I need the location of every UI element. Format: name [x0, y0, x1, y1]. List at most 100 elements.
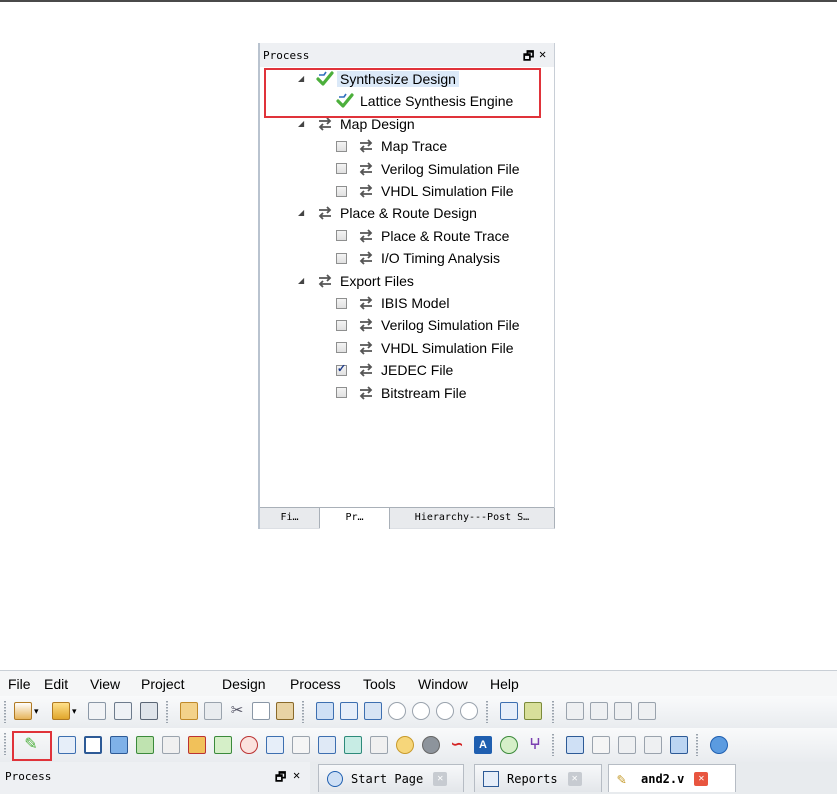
hierarchy-icon[interactable] [136, 736, 154, 754]
cut-icon[interactable]: ✂ [228, 702, 246, 720]
close-tab-icon[interactable]: ✕ [433, 771, 448, 786]
netlist-view-icon[interactable] [318, 736, 336, 754]
physical-view-icon[interactable] [188, 736, 206, 754]
toolbar-grip[interactable] [302, 701, 304, 723]
step-icon[interactable] [590, 702, 608, 720]
reveal-icon[interactable] [344, 736, 362, 754]
toolbar-grip[interactable] [696, 734, 698, 756]
new-dropdown-icon[interactable]: ▾ [34, 706, 44, 724]
ip-catalog-icon[interactable] [292, 736, 310, 754]
power-icon[interactable] [240, 736, 258, 754]
close-tab-icon[interactable]: ✕ [567, 771, 582, 786]
menu-edit[interactable]: Edit [44, 676, 68, 692]
find-icon[interactable] [316, 702, 334, 720]
tab-hierarchy[interactable]: Hierarchy---Post S… [390, 508, 555, 528]
toolbar-grip[interactable] [166, 701, 168, 723]
checkbox[interactable] [336, 230, 347, 242]
zoom-area-icon[interactable] [460, 702, 478, 720]
layout-icon[interactable] [566, 736, 584, 754]
expand-arrow-icon[interactable]: ◢ [298, 209, 306, 217]
tree-item[interactable]: Place & Route Trace [336, 226, 509, 246]
float-pane-button[interactable]: 🗗 [275, 768, 286, 789]
tree-item[interactable]: Bitstream File [336, 383, 467, 403]
run-process-icon[interactable]: ✎ [22, 736, 40, 754]
checkbox[interactable] [336, 185, 347, 197]
checkbox[interactable] [336, 140, 347, 152]
bulb-icon[interactable] [396, 736, 414, 754]
checkbox[interactable] [336, 297, 347, 309]
window-icon[interactable] [670, 736, 688, 754]
tab-start-page[interactable]: Start Page ✕ [318, 764, 464, 792]
tree-item[interactable]: ◢ Export Files [298, 271, 414, 291]
open-folder-icon[interactable] [52, 702, 70, 720]
stop-icon[interactable] [638, 702, 656, 720]
expand-arrow-icon[interactable]: ◢ [298, 119, 306, 128]
floorplan-icon[interactable] [162, 736, 180, 754]
grid-icon[interactable] [644, 736, 662, 754]
checkbox[interactable] [336, 163, 347, 175]
wizard-icon[interactable]: ⵖ [526, 736, 544, 754]
sync-icon[interactable] [500, 736, 518, 754]
list-icon[interactable] [370, 736, 388, 754]
menu-project[interactable]: Project [141, 676, 185, 692]
replace-icon[interactable] [364, 702, 382, 720]
menu-view[interactable]: View [90, 676, 120, 692]
tree-item[interactable]: ◢ Place & Route Design [298, 203, 477, 223]
tree-item[interactable]: VHDL Simulation File [336, 181, 514, 201]
signal-icon[interactable]: ∽ [448, 736, 466, 754]
zoom-fit-icon[interactable] [436, 702, 454, 720]
a-block-icon[interactable]: A [474, 736, 492, 754]
tree-item[interactable]: I/O Timing Analysis [336, 248, 500, 268]
table-view-icon[interactable] [340, 702, 358, 720]
web-icon[interactable] [710, 736, 728, 754]
menu-window[interactable]: Window [418, 676, 468, 692]
toolbar-grip[interactable] [4, 733, 6, 755]
checkbox[interactable] [336, 387, 347, 399]
toolbar-grip[interactable] [486, 701, 488, 723]
spreadsheet-view-icon[interactable] [58, 736, 76, 754]
checkbox[interactable] [336, 362, 347, 376]
gear-sphere-icon[interactable] [422, 736, 440, 754]
zoom-in-icon[interactable] [388, 702, 406, 720]
netlist-analyzer-icon[interactable] [110, 736, 128, 754]
package-view-icon[interactable] [266, 736, 284, 754]
float-panel-button[interactable]: 🗗 [523, 47, 534, 68]
save-all-icon[interactable] [114, 702, 132, 720]
tree-item[interactable]: Verilog Simulation File [336, 315, 520, 335]
chip-icon[interactable] [84, 736, 102, 754]
tree-item[interactable]: Map Trace [336, 136, 447, 156]
zoom-out-icon[interactable] [412, 702, 430, 720]
gauge-icon[interactable] [524, 702, 542, 720]
paste-icon[interactable] [276, 702, 294, 720]
close-panel-button[interactable]: ✕ [539, 47, 546, 61]
checkbox[interactable] [336, 342, 347, 354]
save-icon[interactable] [88, 702, 106, 720]
toolbar-grip[interactable] [552, 734, 554, 756]
checklist-icon[interactable] [500, 702, 518, 720]
toolbar-grip[interactable] [552, 701, 554, 723]
tab-files[interactable]: Fi… [260, 508, 320, 528]
tree-item[interactable]: Verilog Simulation File [336, 159, 520, 179]
menu-process[interactable]: Process [290, 676, 341, 692]
checkbox[interactable] [336, 319, 347, 331]
timing-icon[interactable] [214, 736, 232, 754]
tile-icon[interactable] [618, 736, 636, 754]
tab-and2-v[interactable]: ✎ and2.v ✕ [608, 764, 736, 792]
menu-help[interactable]: Help [490, 676, 519, 692]
close-tab-icon[interactable]: ✕ [694, 771, 709, 786]
tree-item[interactable]: JEDEC File [336, 360, 453, 380]
checkbox[interactable] [336, 252, 347, 264]
tab-process[interactable]: Pr… [320, 508, 390, 529]
undo-icon[interactable] [180, 702, 198, 720]
redo-icon[interactable] [204, 702, 222, 720]
close-pane-button[interactable]: ✕ [293, 768, 300, 782]
menu-file[interactable]: File [8, 676, 31, 692]
new-file-icon[interactable] [14, 702, 32, 720]
play-icon[interactable] [566, 702, 584, 720]
menu-design[interactable]: Design [222, 676, 266, 692]
tab-reports[interactable]: Reports ✕ [474, 764, 602, 792]
print-icon[interactable] [140, 702, 158, 720]
tree-item[interactable]: IBIS Model [336, 293, 449, 313]
open-dropdown-icon[interactable]: ▾ [72, 706, 82, 724]
refresh-icon[interactable] [614, 702, 632, 720]
